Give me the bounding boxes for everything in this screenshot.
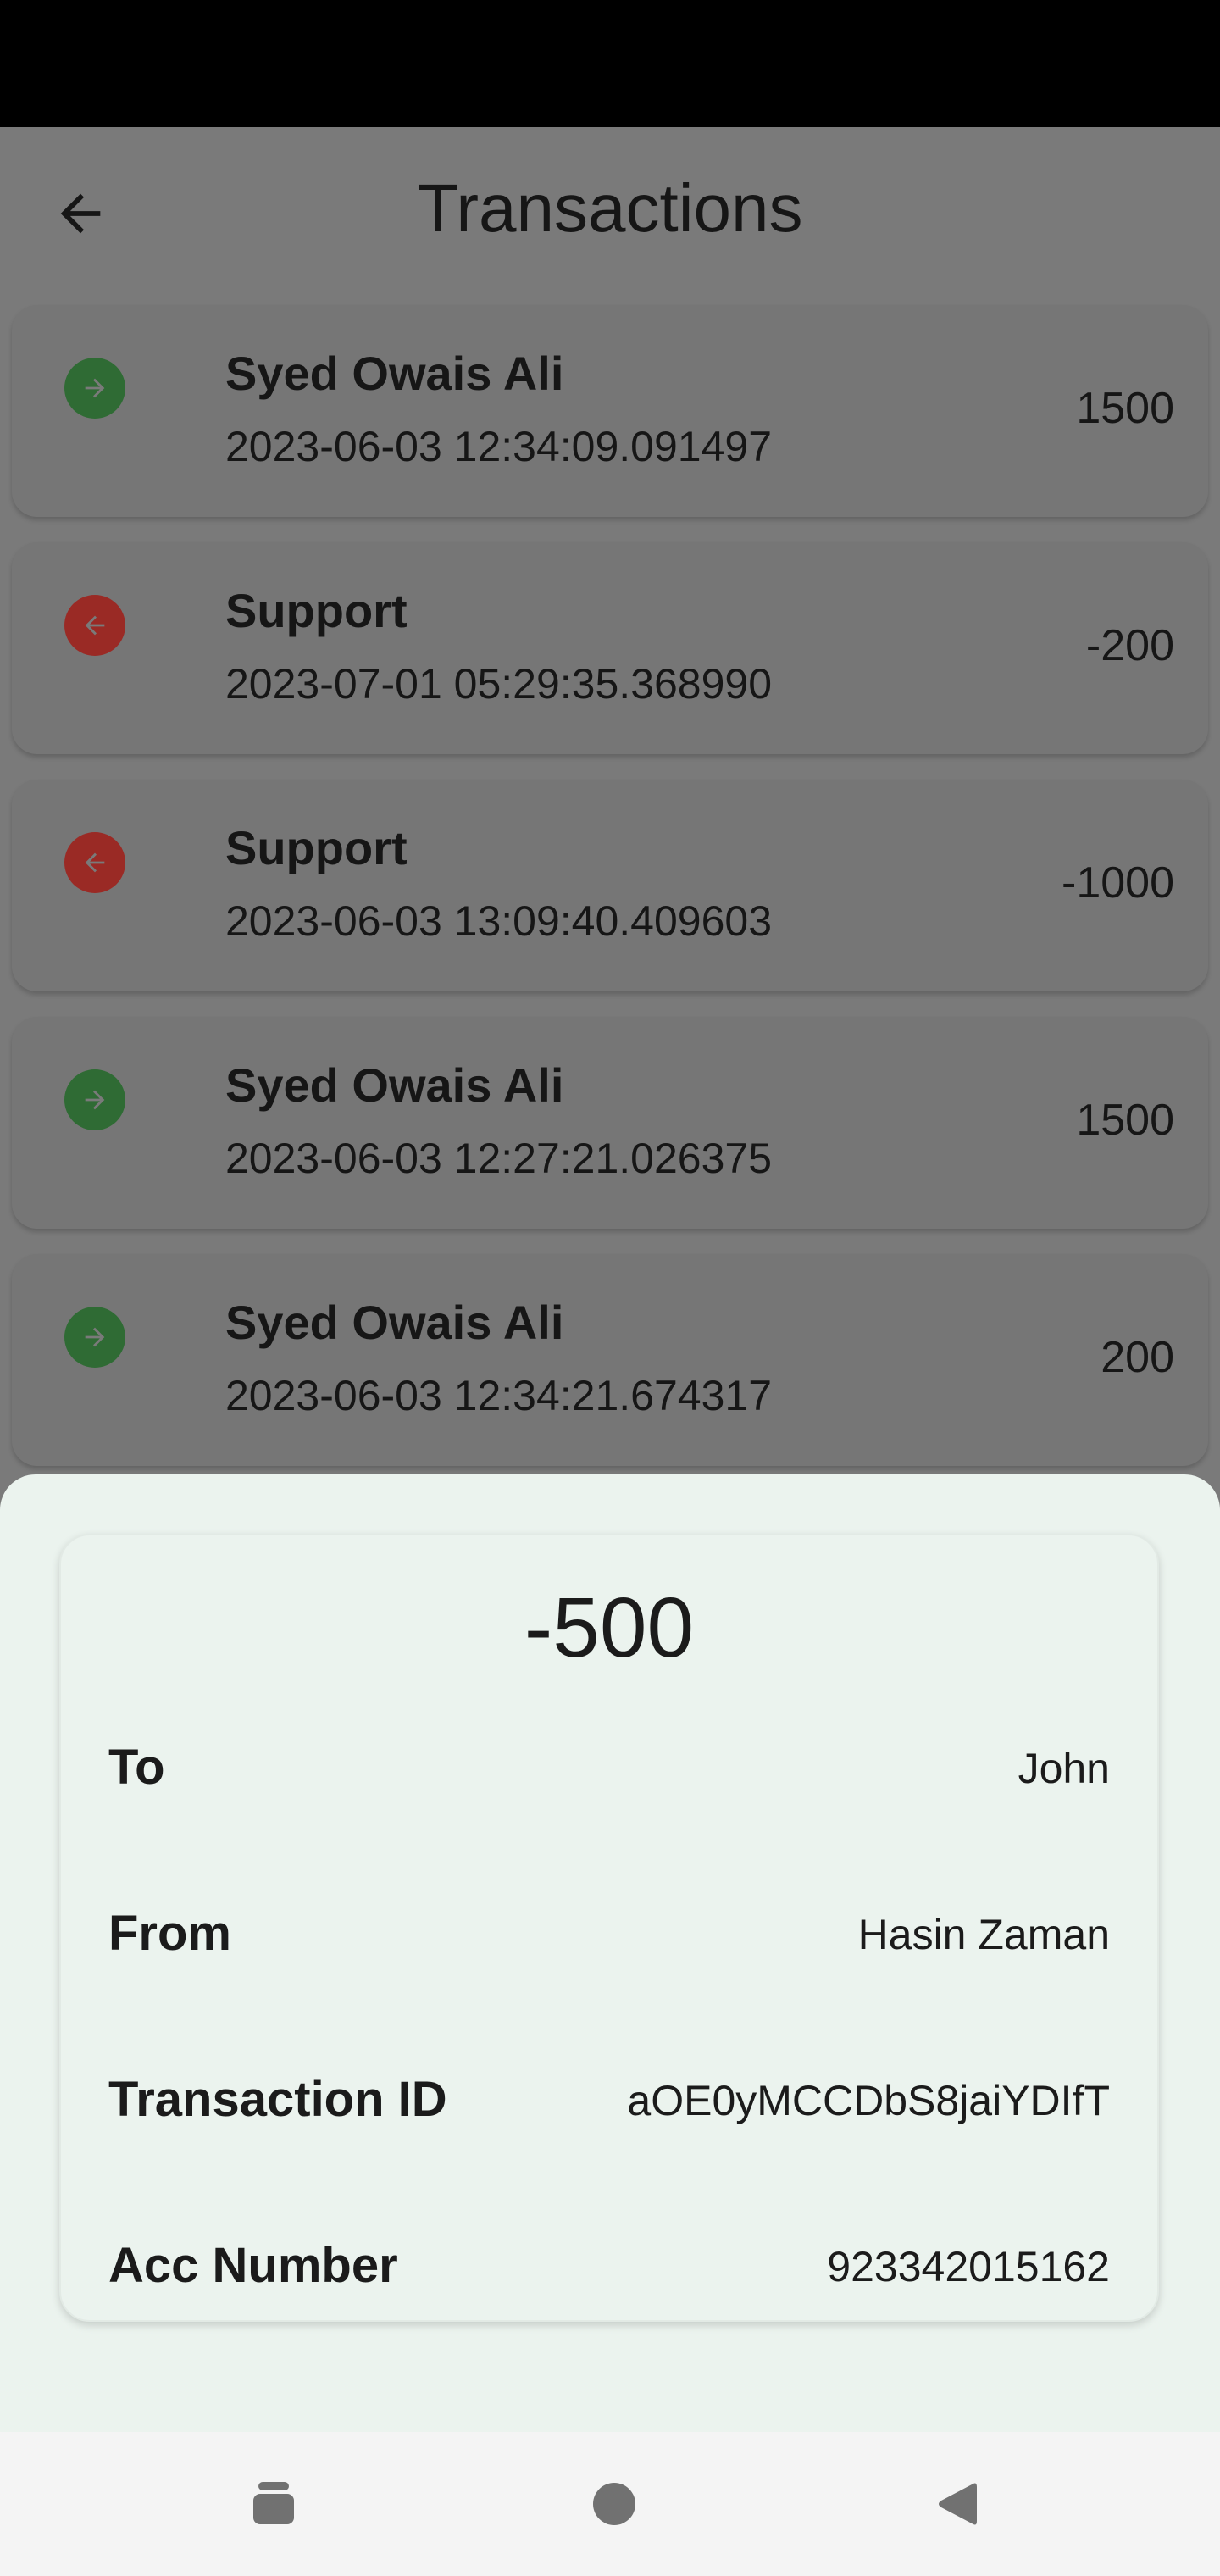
transaction-card[interactable]: Syed Owais Ali 2023-06-03 12:34:21.67431… xyxy=(12,1254,1208,1466)
transaction-detail-card: -500 To John From Hasin Zaman Transactio… xyxy=(59,1534,1159,2322)
transaction-date: 2023-06-03 12:34:09.091497 xyxy=(225,423,773,470)
detail-amount: -500 xyxy=(524,1580,695,1675)
transaction-amount: -1000 xyxy=(1062,858,1174,908)
transaction-name: Support xyxy=(225,821,408,874)
status-bar xyxy=(0,0,1220,127)
transaction-date: 2023-07-01 05:29:35.368990 xyxy=(225,660,773,708)
detail-row-to: To John xyxy=(108,1739,1110,1807)
transaction-date: 2023-06-03 12:27:21.026375 xyxy=(225,1135,773,1182)
transaction-amount: 1500 xyxy=(1076,384,1174,433)
back-triangle-icon xyxy=(939,2483,977,2525)
transaction-detail-sheet[interactable]: -500 To John From Hasin Zaman Transactio… xyxy=(0,1474,1220,2432)
transaction-name: Support xyxy=(225,584,408,637)
detail-label: To xyxy=(108,1740,165,1795)
arrow-right-icon xyxy=(85,1327,105,1347)
detail-row-from: From Hasin Zaman xyxy=(108,1905,1110,1973)
nav-home-button[interactable] xyxy=(563,2453,665,2555)
detail-row-acc-number: Acc Number 923342015162 xyxy=(108,2237,1110,2305)
detail-label: Transaction ID xyxy=(108,2072,447,2127)
transaction-name: Syed Owais Ali xyxy=(225,347,564,400)
system-nav-bar xyxy=(0,2432,1220,2576)
transaction-name: Syed Owais Ali xyxy=(225,1296,564,1349)
page-title: Transactions xyxy=(417,170,803,246)
incoming-transaction-icon xyxy=(64,1307,125,1368)
incoming-transaction-icon xyxy=(64,358,125,419)
detail-value: aOE0yMCCDbS8jaiYDIfT xyxy=(627,2077,1110,2124)
detail-label: Acc Number xyxy=(108,2238,398,2293)
transaction-date: 2023-06-03 13:09:40.409603 xyxy=(225,897,773,945)
detail-label: From xyxy=(108,1906,231,1961)
arrow-right-icon xyxy=(85,1090,105,1110)
detail-row-transaction-id: Transaction ID aOE0yMCCDbS8jaiYDIfT xyxy=(108,2071,1110,2139)
outgoing-transaction-icon xyxy=(64,595,125,656)
incoming-transaction-icon xyxy=(64,1069,125,1130)
detail-value: Hasin Zaman xyxy=(857,1911,1110,1958)
transaction-date: 2023-06-03 12:34:21.674317 xyxy=(225,1372,773,1419)
arrow-left-icon xyxy=(85,852,105,873)
detail-value: 923342015162 xyxy=(827,2243,1110,2290)
transaction-amount: 1500 xyxy=(1076,1096,1174,1145)
transaction-card[interactable]: Support 2023-07-01 05:29:35.368990 -200 xyxy=(12,542,1208,754)
transaction-card[interactable]: Support 2023-06-03 13:09:40.409603 -1000 xyxy=(12,780,1208,991)
transaction-card[interactable]: Syed Owais Ali 2023-06-03 12:27:21.02637… xyxy=(12,1017,1208,1229)
recents-icon xyxy=(253,2482,294,2524)
transaction-list: Syed Owais Ali 2023-06-03 12:34:09.09149… xyxy=(12,305,1208,1491)
transaction-name: Syed Owais Ali xyxy=(225,1058,564,1112)
nav-recents-button[interactable] xyxy=(223,2453,324,2555)
nav-back-button[interactable] xyxy=(907,2453,1008,2555)
app-bar: Transactions xyxy=(0,127,1220,297)
outgoing-transaction-icon xyxy=(64,832,125,893)
transaction-card[interactable]: Syed Owais Ali 2023-06-03 12:34:09.09149… xyxy=(12,305,1208,517)
detail-value: John xyxy=(1018,1745,1110,1792)
arrow-left-icon xyxy=(85,615,105,636)
transaction-amount: 200 xyxy=(1101,1333,1174,1382)
arrow-right-icon xyxy=(85,378,105,398)
home-icon xyxy=(593,2483,635,2525)
transaction-amount: -200 xyxy=(1085,621,1174,670)
